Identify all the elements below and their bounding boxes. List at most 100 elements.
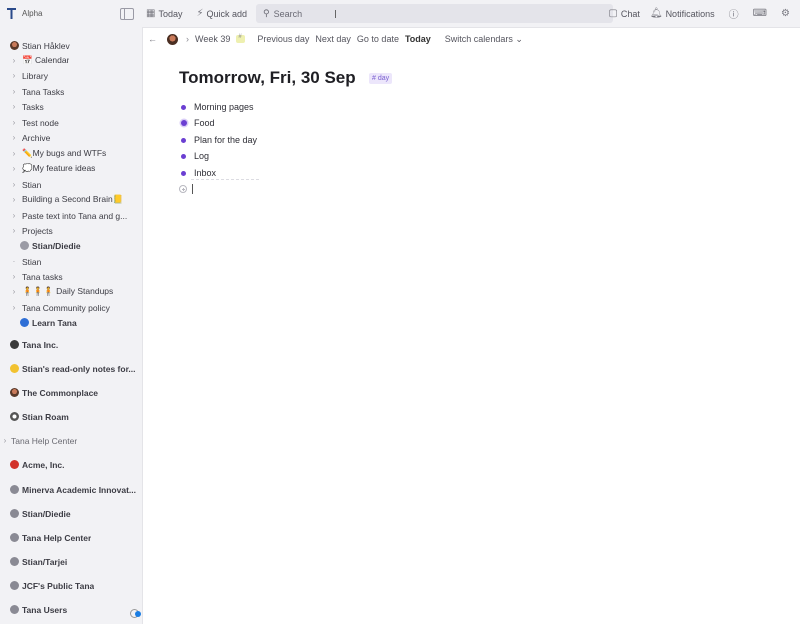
sidebar-item[interactable]: › Archive bbox=[10, 130, 150, 145]
sidebar-item[interactable]: › Test node bbox=[10, 115, 150, 130]
back-arrow-icon[interactable]: ← bbox=[148, 34, 157, 44]
settings-gear-icon[interactable]: ⚙ bbox=[781, 8, 790, 19]
workspace-avatar bbox=[10, 533, 19, 542]
quick-add-label: Quick add bbox=[206, 8, 248, 19]
chevron-right-icon[interactable]: › bbox=[10, 195, 18, 204]
sidebar-item-label: Projects bbox=[22, 225, 53, 236]
top-bar: Alpha ▦ Today ⚡ Quick add ⚲ Search ▢ Cha… bbox=[0, 0, 800, 27]
workspace-item[interactable]: The Commonplace bbox=[10, 385, 150, 400]
switch-calendars-dropdown[interactable]: Switch calendars ⌄ bbox=[445, 34, 523, 45]
node-row[interactable]: Food bbox=[179, 116, 215, 130]
sidebar-item[interactable]: › Building a Second Brain📒 bbox=[10, 192, 150, 207]
previous-day-button[interactable]: Previous day bbox=[257, 34, 309, 44]
sidebar-item[interactable]: · Stian bbox=[10, 254, 150, 269]
sidebar-item[interactable]: › 🧍🧍🧍 Daily Standups bbox=[10, 284, 150, 299]
chevron-right-icon[interactable]: › bbox=[10, 303, 18, 312]
sidebar-item-label: Building a Second Brain📒 bbox=[22, 194, 124, 204]
go-to-date-button[interactable]: Go to date bbox=[357, 34, 399, 44]
chevron-right-icon[interactable]: › bbox=[10, 272, 18, 281]
add-node-icon[interactable] bbox=[179, 185, 187, 193]
workspace-item[interactable]: Acme, Inc. bbox=[10, 457, 150, 472]
node-text[interactable]: Plan for the day bbox=[194, 135, 257, 145]
workspace-label: Acme, Inc. bbox=[22, 459, 65, 470]
avatar[interactable] bbox=[167, 33, 178, 45]
workspace-avatar bbox=[10, 557, 19, 566]
bullet-icon[interactable] bbox=[181, 137, 186, 143]
workspace-item[interactable]: Stian/Diedie bbox=[10, 506, 150, 521]
workspace-label: JCF's Public Tana bbox=[22, 580, 95, 591]
chevron-right-icon[interactable]: › bbox=[10, 149, 18, 158]
sync-status-icon[interactable] bbox=[130, 609, 141, 618]
chevron-right-icon[interactable]: › bbox=[10, 164, 18, 173]
breadcrumb-week[interactable]: Week 39 bbox=[195, 34, 230, 44]
sidebar-item[interactable]: › Library bbox=[10, 68, 150, 83]
avatar bbox=[20, 318, 29, 327]
node-text[interactable]: Food bbox=[194, 118, 215, 128]
sidebar-item-label: Stian bbox=[22, 179, 42, 190]
bullet-icon[interactable] bbox=[181, 153, 186, 159]
workspace-label: Tana Inc. bbox=[22, 339, 59, 350]
chevron-right-icon[interactable]: › bbox=[10, 56, 18, 65]
workspace-item[interactable]: Tana Inc. bbox=[10, 337, 150, 352]
workspace-item[interactable]: › Tana Help Center bbox=[1, 433, 141, 448]
divider bbox=[191, 179, 259, 180]
chevron-right-icon[interactable]: › bbox=[10, 226, 18, 235]
chevron-right-icon[interactable]: › bbox=[10, 133, 18, 142]
help-icon[interactable]: ⓘ bbox=[729, 6, 739, 21]
today-nav-button[interactable]: Today bbox=[405, 34, 431, 44]
node-row[interactable]: Plan for the day bbox=[179, 133, 257, 147]
notifications-button[interactable]: 🔔︎ Notifications bbox=[650, 8, 715, 19]
sidebar-item[interactable]: › 📅 Calendar bbox=[10, 53, 150, 68]
sidebar-item[interactable]: › Tana Community policy bbox=[10, 300, 150, 315]
node-icon[interactable]: · bbox=[10, 257, 18, 266]
chevron-right-icon[interactable]: › bbox=[10, 180, 18, 189]
node-row[interactable]: Log bbox=[179, 149, 209, 163]
new-node-row[interactable] bbox=[179, 184, 193, 194]
chevron-right-icon[interactable]: › bbox=[10, 211, 18, 220]
node-row[interactable]: Inbox bbox=[179, 166, 216, 180]
chat-button[interactable]: ▢ Chat bbox=[608, 8, 639, 19]
search-input[interactable]: ⚲ Search bbox=[256, 4, 613, 23]
sidebar-item[interactable]: › Tana tasks bbox=[10, 269, 150, 284]
workspace-item[interactable]: Tana Users bbox=[10, 602, 150, 617]
quick-add-button[interactable]: ⚡ Quick add bbox=[196, 8, 247, 19]
workspace-item[interactable]: Stian/Tarjei bbox=[10, 554, 150, 569]
sidebar-item[interactable]: › Paste text into Tana and g... bbox=[10, 208, 150, 223]
bullet-icon[interactable] bbox=[180, 120, 187, 126]
node-row[interactable]: Morning pages bbox=[179, 100, 254, 114]
workspace-item[interactable]: Stian Roam bbox=[10, 409, 150, 424]
sidebar-item[interactable]: › 💭My feature ideas bbox=[10, 161, 150, 176]
sidebar-item[interactable]: › Tasks bbox=[10, 99, 150, 114]
workspace-item[interactable]: Tana Help Center bbox=[10, 530, 150, 545]
chevron-right-icon[interactable]: › bbox=[10, 118, 18, 127]
today-button[interactable]: ▦ Today bbox=[146, 8, 182, 19]
sidebar-item[interactable]: › Stian bbox=[10, 177, 150, 192]
sidebar-item[interactable]: › ✏️My bugs and WTFs bbox=[10, 146, 150, 161]
chevron-right-icon[interactable]: › bbox=[10, 287, 18, 296]
sidebar-item[interactable]: Stian Håklev bbox=[10, 38, 150, 53]
switch-calendars-label: Switch calendars bbox=[444, 33, 513, 44]
day-tag-badge[interactable]: # day bbox=[369, 73, 393, 84]
workspace-label: Minerva Academic Innovat... bbox=[22, 484, 136, 495]
bullet-icon[interactable] bbox=[181, 104, 186, 110]
workspace-item[interactable]: Minerva Academic Innovat... bbox=[10, 482, 150, 497]
sidebar-item-label: Tana Tasks bbox=[22, 86, 65, 97]
page-title[interactable]: Tomorrow, Fri, 30 Sep bbox=[179, 68, 356, 88]
node-text[interactable]: Inbox bbox=[194, 168, 216, 178]
sidebar-item[interactable]: › Projects bbox=[10, 223, 150, 238]
chevron-right-icon[interactable]: › bbox=[10, 102, 18, 111]
keyboard-icon[interactable]: ⌨ bbox=[753, 8, 767, 19]
next-day-button[interactable]: Next day bbox=[315, 34, 351, 44]
bullet-icon[interactable] bbox=[181, 170, 186, 176]
sidebar-item[interactable]: Learn Tana bbox=[10, 315, 150, 330]
workspace-item[interactable]: JCF's Public Tana bbox=[10, 578, 150, 593]
chevron-right-icon[interactable]: › bbox=[10, 87, 18, 96]
workspace-item[interactable]: Stian's read-only notes for... bbox=[10, 361, 150, 376]
sidebar-toggle-icon[interactable] bbox=[120, 7, 134, 20]
node-text[interactable]: Log bbox=[194, 151, 209, 161]
sidebar-item[interactable]: Stian/Diedie bbox=[10, 238, 150, 253]
chevron-right-icon[interactable]: › bbox=[10, 71, 18, 80]
sidebar-item[interactable]: › Tana Tasks bbox=[10, 84, 150, 99]
chevron-right-icon[interactable]: › bbox=[1, 436, 9, 445]
node-text[interactable]: Morning pages bbox=[194, 102, 254, 112]
